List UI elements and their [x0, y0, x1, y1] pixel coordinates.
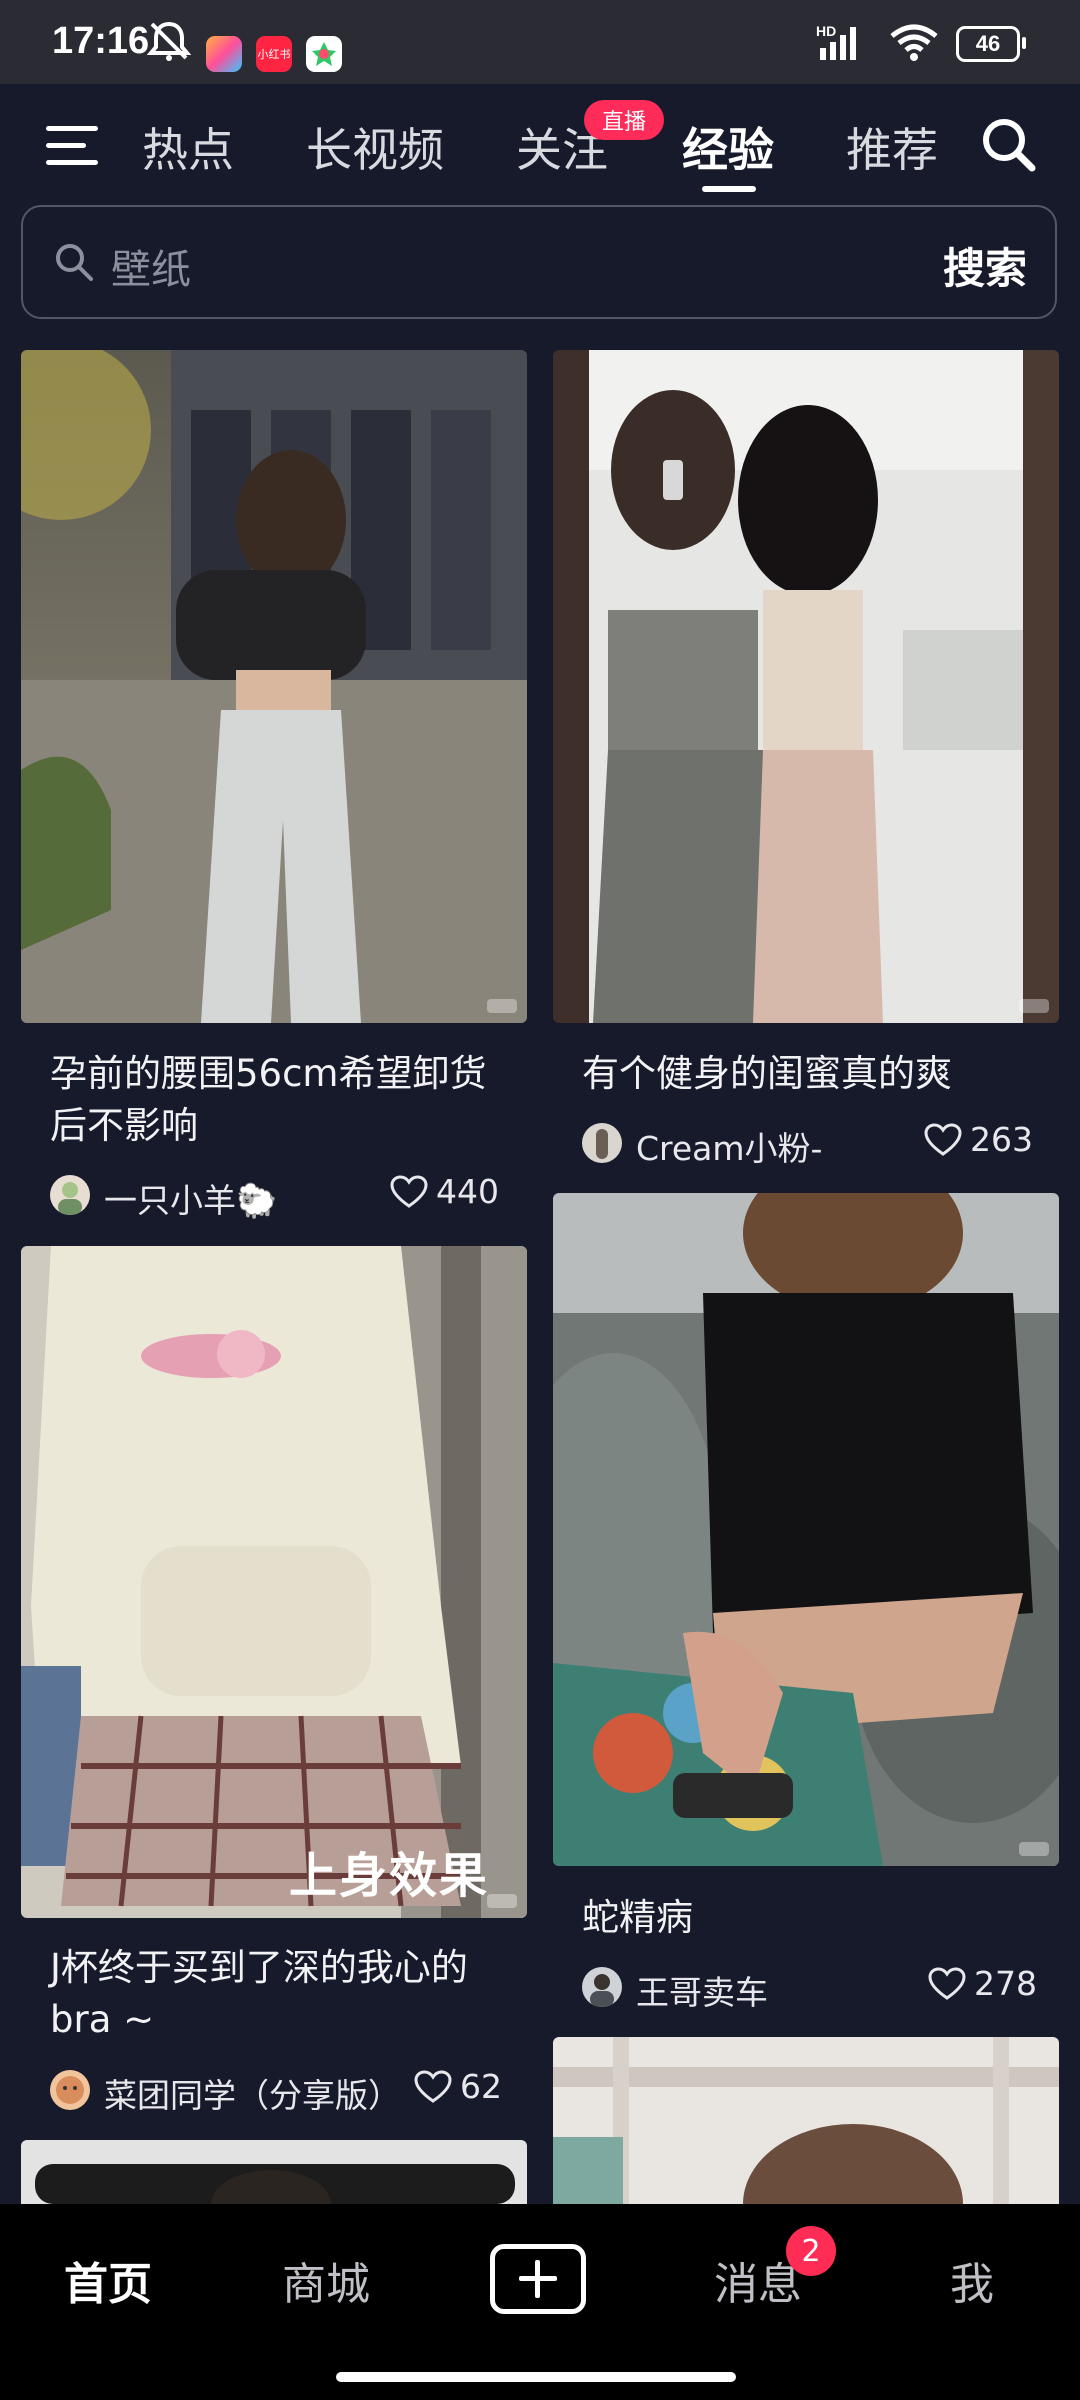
- create-post-button[interactable]: [490, 2244, 586, 2314]
- tab-hot[interactable]: 热点: [142, 114, 234, 180]
- search-icon[interactable]: [980, 116, 1036, 172]
- live-badge: 直播: [584, 100, 664, 140]
- avatar[interactable]: [582, 1123, 622, 1163]
- tab-long-video[interactable]: 长视频: [306, 114, 444, 180]
- watermark-icon: [487, 999, 517, 1013]
- search-input[interactable]: 壁纸: [111, 237, 191, 295]
- avatar[interactable]: [50, 2070, 90, 2110]
- home-indicator[interactable]: [336, 2372, 736, 2382]
- bottom-nav: 首页 商城 消息 2 我: [0, 2204, 1080, 2400]
- tab-recommend[interactable]: 推荐: [846, 114, 938, 180]
- search-field-icon: [53, 241, 95, 283]
- heart-icon: [390, 1174, 428, 1208]
- avatar[interactable]: [50, 1175, 90, 1215]
- heart-icon: [924, 1122, 962, 1156]
- mute-icon: [146, 20, 192, 62]
- like-button[interactable]: 263: [924, 1120, 1033, 1159]
- signal-icon: HD: [816, 22, 872, 66]
- watermark-icon: [1019, 1842, 1049, 1856]
- photos-icon: [306, 36, 342, 72]
- card-title[interactable]: 蛇精病: [582, 1892, 1042, 1944]
- search-bar[interactable]: 壁纸 搜索: [21, 205, 1057, 319]
- card-author[interactable]: 王哥卖车: [636, 1966, 768, 2014]
- avatar[interactable]: [582, 1967, 622, 2007]
- watermark-icon: [1019, 999, 1049, 1013]
- nav-me[interactable]: 我: [950, 2248, 994, 2312]
- status-right: HD 46: [816, 22, 1026, 66]
- search-button[interactable]: 搜索: [943, 235, 1027, 296]
- game-center-icon: [206, 36, 242, 72]
- svg-text:HD: HD: [816, 23, 836, 39]
- card-thumbnail[interactable]: [553, 1193, 1059, 1866]
- like-count: 278: [974, 1964, 1037, 2003]
- card-author[interactable]: Cream小粉-: [636, 1122, 822, 1170]
- xiaohongshu-icon: 小红书: [256, 36, 292, 72]
- card-thumbnail[interactable]: [21, 2140, 527, 2204]
- heart-icon: [928, 1966, 966, 2000]
- like-button[interactable]: 278: [928, 1964, 1037, 2003]
- card-title[interactable]: J杯终于买到了深的我心的bra ~: [50, 1942, 510, 2046]
- card-thumbnail[interactable]: 上身效果: [21, 1246, 527, 1918]
- card-title[interactable]: 有个健身的闺蜜真的爽: [582, 1048, 1042, 1100]
- like-count: 440: [436, 1172, 499, 1211]
- tab-experience[interactable]: 经验: [682, 114, 774, 180]
- message-badge: 2: [786, 2226, 836, 2276]
- card-author[interactable]: 菜团同学（分享版）: [104, 2069, 401, 2117]
- status-time: 17:16: [52, 20, 150, 62]
- like-button[interactable]: 440: [390, 1172, 499, 1211]
- card-title[interactable]: 孕前的腰围56cm希望卸货后不影响: [50, 1048, 510, 1152]
- wifi-icon: [888, 22, 940, 66]
- card-thumbnail[interactable]: [21, 350, 527, 1023]
- like-count: 263: [970, 1120, 1033, 1159]
- active-tab-indicator: [702, 186, 756, 192]
- battery-icon: 46: [956, 26, 1026, 62]
- nav-home[interactable]: 首页: [64, 2248, 152, 2312]
- heart-icon: [414, 2069, 452, 2103]
- menu-icon[interactable]: [46, 124, 98, 168]
- watermark-icon: [487, 1894, 517, 1908]
- status-bar: 17:16 小红书 HD 46: [0, 0, 1080, 84]
- nav-mall[interactable]: 商城: [282, 2248, 370, 2312]
- card-thumbnail[interactable]: [553, 2037, 1059, 2204]
- like-button[interactable]: 62: [414, 2067, 502, 2106]
- overlay-caption: 上身效果: [289, 1848, 490, 1904]
- like-count: 62: [460, 2067, 502, 2106]
- card-thumbnail[interactable]: [553, 350, 1059, 1023]
- card-author[interactable]: 一只小羊🐑: [104, 1174, 277, 1222]
